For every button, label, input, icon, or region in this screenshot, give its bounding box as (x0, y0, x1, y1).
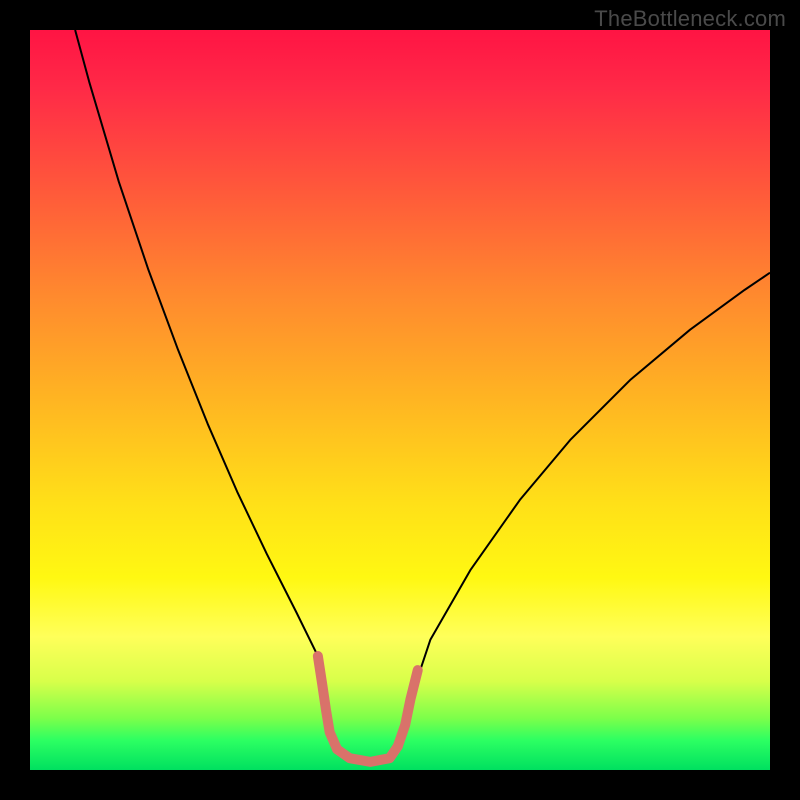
series-highlight-left-stub (318, 656, 337, 749)
series-highlight-right-stub (398, 670, 418, 746)
series-left-branch (75, 30, 410, 762)
watermark-label: TheBottleneck.com (594, 6, 786, 32)
series-right-branch (410, 273, 770, 700)
series-highlight-valley (337, 746, 398, 762)
chart-plot-area (30, 30, 770, 770)
chart-curves-svg (30, 30, 770, 770)
chart-frame: TheBottleneck.com (0, 0, 800, 800)
